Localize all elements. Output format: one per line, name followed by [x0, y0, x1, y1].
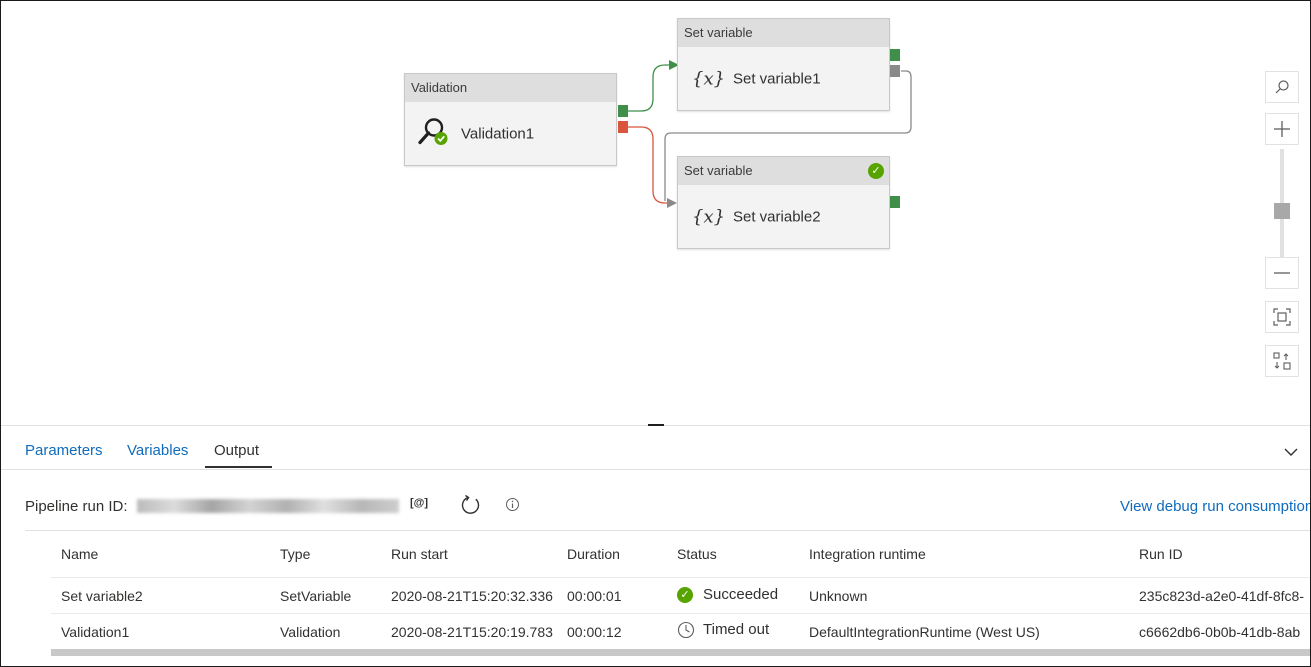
- tab-variables[interactable]: Variables: [127, 442, 188, 459]
- cell-status: Timed out: [677, 621, 769, 639]
- port-setvar1-completion[interactable]: [890, 65, 900, 77]
- activity-header: Set variable: [678, 19, 889, 47]
- cell-integration-runtime: DefaultIntegrationRuntime (West US): [809, 624, 1040, 640]
- canvas-search-button[interactable]: [1265, 71, 1299, 103]
- pipeline-canvas[interactable]: Validation Validation1 Set variable {𝑥} …: [1, 1, 1310, 425]
- activity-label: Set variable1: [733, 70, 821, 87]
- activity-label: Set variable2: [733, 208, 821, 225]
- copy-run-id-button[interactable]: [@]: [410, 497, 428, 509]
- cell-run-start: 2020-08-21T15:20:19.783: [391, 624, 553, 640]
- cell-status: ✓ Succeeded: [677, 586, 779, 604]
- success-check-icon: ✓: [677, 587, 693, 604]
- zoom-in-button[interactable]: [1265, 113, 1299, 145]
- status-text: Succeeded: [703, 586, 779, 603]
- activity-header: Set variable: [678, 157, 889, 185]
- zoom-out-icon: [1274, 272, 1290, 274]
- cell-name: Set variable2: [61, 588, 143, 604]
- chevron-down-icon[interactable]: [1281, 442, 1301, 462]
- zoom-out-button[interactable]: [1265, 257, 1299, 289]
- status-text: Timed out: [703, 621, 770, 638]
- column-header-duration[interactable]: Duration: [567, 546, 620, 562]
- column-header-integration-runtime[interactable]: Integration runtime: [809, 546, 926, 562]
- activity-runs-table: Name Type Run start Duration Status Inte…: [51, 531, 1310, 649]
- pipeline-run-id-value-redacted: [137, 499, 399, 513]
- auto-align-icon: [1273, 352, 1291, 370]
- column-header-name[interactable]: Name: [61, 546, 98, 562]
- active-tab-indicator: [205, 466, 272, 468]
- zoom-in-icon: [1274, 121, 1290, 137]
- table-row[interactable]: Set variable2 SetVariable 2020-08-21T15:…: [51, 578, 1310, 612]
- cell-name: Validation1: [61, 624, 130, 640]
- pipeline-run-id-label: Pipeline run ID:: [25, 498, 128, 515]
- port-setvar1-success[interactable]: [890, 49, 900, 61]
- activity-set-variable1[interactable]: Set variable {𝑥} Set variable1: [677, 18, 890, 111]
- port-setvar2-success[interactable]: [890, 196, 900, 208]
- activity-set-variable2[interactable]: Set variable ✓ {𝑥} Set variable2: [677, 156, 890, 249]
- pipeline-debug-view: Validation Validation1 Set variable {𝑥} …: [0, 0, 1311, 667]
- fx-icon: {𝑥}: [692, 206, 726, 227]
- cell-type: Validation: [280, 624, 341, 640]
- fit-to-screen-button[interactable]: [1265, 301, 1299, 333]
- edge-validation-success: [628, 64, 669, 112]
- column-header-run-start[interactable]: Run start: [391, 546, 448, 562]
- success-check-icon: ✓: [868, 163, 884, 179]
- horizontal-scrollbar[interactable]: [51, 649, 1310, 656]
- magnifier-check-icon: [417, 115, 451, 152]
- cell-run-id[interactable]: c6662db6-0b0b-41db-8ab: [1139, 624, 1300, 640]
- cell-run-start: 2020-08-21T15:20:32.336: [391, 588, 553, 604]
- port-validation-failure[interactable]: [618, 121, 628, 133]
- activity-header: Validation: [405, 74, 616, 102]
- fit-to-screen-icon: [1273, 308, 1291, 326]
- activity-label: Validation1: [461, 125, 535, 142]
- cell-integration-runtime: Unknown: [809, 588, 868, 604]
- column-header-run-id[interactable]: Run ID: [1139, 546, 1183, 562]
- edge-validation-failure-arrow: [667, 198, 677, 208]
- bottom-panel-tabs: Parameters Variables Output: [1, 426, 1310, 470]
- auto-align-button[interactable]: [1265, 345, 1299, 377]
- activity-validation1[interactable]: Validation Validation1: [404, 73, 617, 166]
- port-validation-success[interactable]: [618, 105, 628, 117]
- cell-duration: 00:00:01: [567, 588, 622, 604]
- refresh-icon[interactable]: [460, 494, 482, 516]
- info-icon[interactable]: [505, 497, 520, 512]
- column-header-type[interactable]: Type: [280, 546, 310, 562]
- view-debug-run-consumption-link[interactable]: View debug run consumption: [1120, 498, 1310, 515]
- cell-run-id[interactable]: 235c823d-a2e0-41df-8fc8-: [1139, 588, 1304, 604]
- zoom-slider-thumb[interactable]: [1274, 203, 1290, 219]
- fx-icon: {𝑥}: [692, 68, 726, 89]
- tab-parameters[interactable]: Parameters: [25, 442, 103, 459]
- table-row[interactable]: Validation1 Validation 2020-08-21T15:20:…: [51, 614, 1310, 648]
- dependency-edges: [628, 60, 912, 208]
- tab-output[interactable]: Output: [214, 442, 259, 459]
- cell-type: SetVariable: [280, 588, 352, 604]
- search-icon: [1275, 80, 1289, 94]
- edge-validation-failure: [628, 126, 667, 204]
- cell-duration: 00:00:12: [567, 624, 622, 640]
- column-header-status[interactable]: Status: [677, 546, 717, 562]
- clock-icon: [677, 621, 695, 639]
